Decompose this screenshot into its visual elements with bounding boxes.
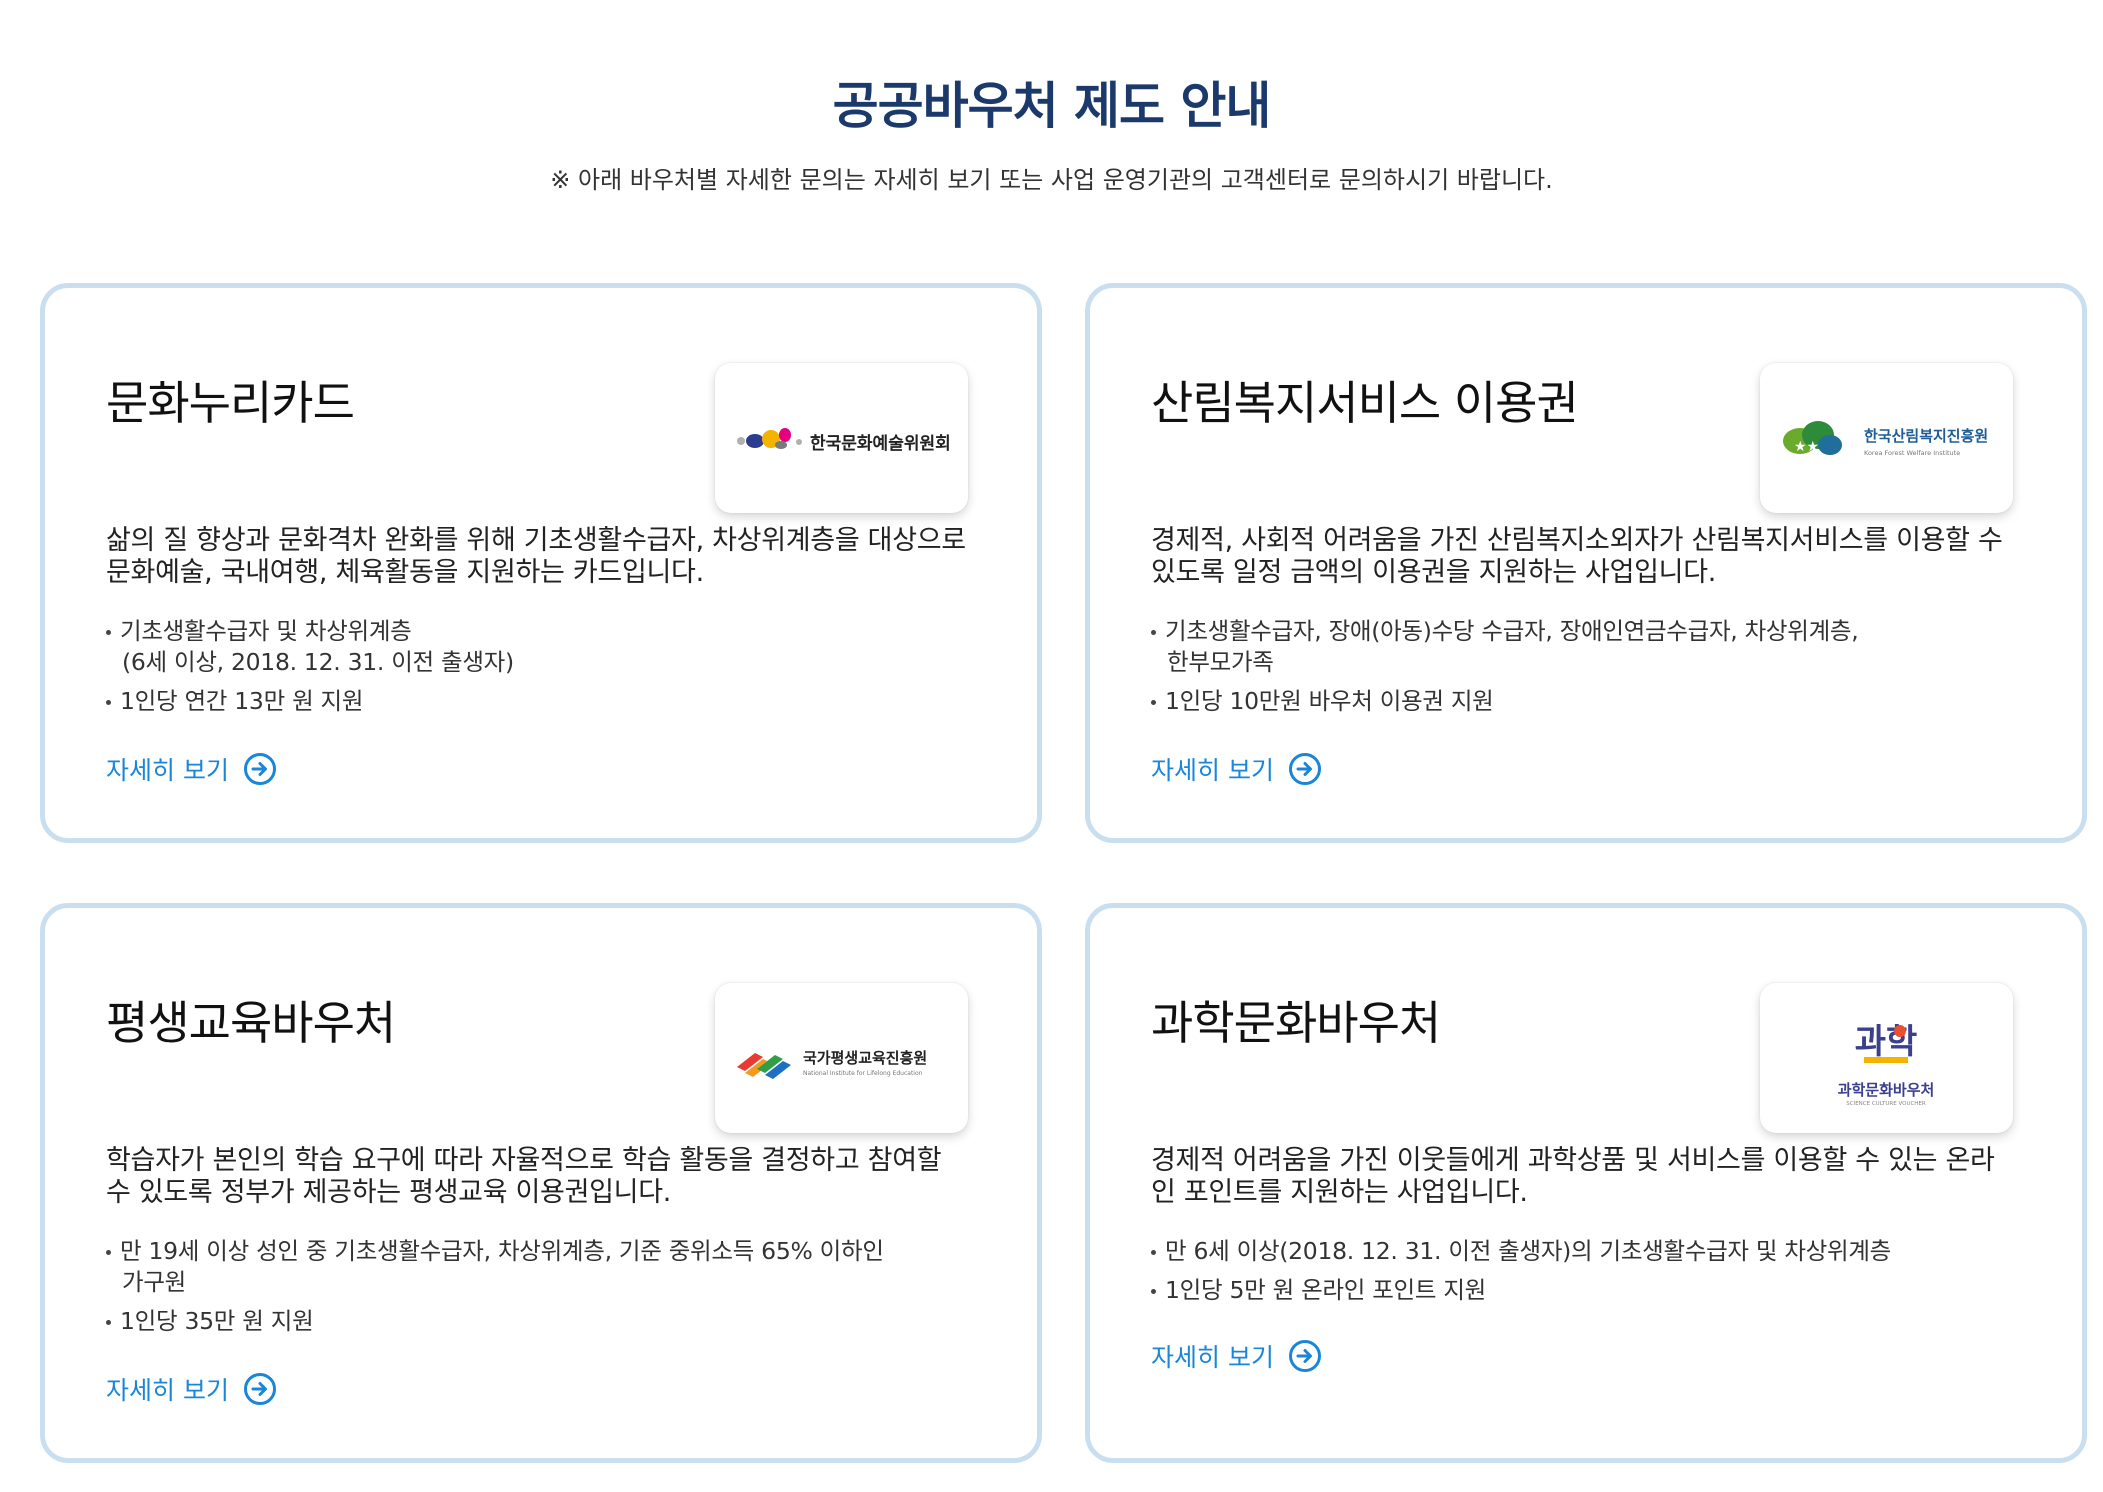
detail-link-label: 자세히 보기: [1151, 1343, 1274, 1372]
arrow-circle-right-icon: [243, 1372, 277, 1406]
page-notice: ※ 아래 바우처별 자세한 문의는 자세히 보기 또는 사업 운영기관의 고객센…: [550, 166, 1553, 194]
list-item: 만 6세 이상(2018. 12. 31. 이전 출생자)의 기초생활수급자 및…: [1151, 1236, 2031, 1267]
science-culture-voucher-logo: 과학 과학문화바우처 SCIENCE CULTURE VOUCHER: [1760, 983, 2013, 1133]
logo-text: 과학문화바우처: [1838, 1081, 1935, 1099]
detail-link[interactable]: 자세히 보기: [1151, 1338, 1322, 1374]
list-item: 1인당 10만원 바우처 이용권 지원: [1151, 686, 2031, 717]
list-item: 만 19세 이상 성인 중 기초생활수급자, 차상위계층, 기준 중위소득 65…: [106, 1236, 986, 1298]
logo-subtext: SCIENCE CULTURE VOUCHER: [1846, 1101, 1926, 1107]
arts-council-logo: 한국문화예술위원회: [715, 363, 968, 513]
card-title: 산림복지서비스 이용권: [1151, 376, 1579, 430]
voucher-card-lifelong-education: 평생교육바우처 국가평생교육진흥원 National Institute for…: [40, 903, 1042, 1463]
voucher-card-culture: 문화누리카드 한국문화예술위원회 삶의 질 향상과 문화격차 완화를 위해 기초…: [40, 283, 1042, 843]
logo-text: 국가평생교육진흥원: [803, 1049, 927, 1067]
arrow-circle-right-icon: [1288, 752, 1322, 786]
logo-text: 한국문화예술위원회: [810, 434, 951, 454]
detail-link[interactable]: 자세히 보기: [106, 751, 277, 787]
voucher-card-forest: 산림복지서비스 이용권 ★★ 한국산림복지진흥원 Korea Forest We…: [1085, 283, 2087, 843]
voucher-guide-page: 공공바우처 제도 안내 ※ 아래 바우처별 자세한 문의는 자세히 보기 또는 …: [0, 0, 2103, 1492]
list-item: 1인당 35만 원 지원: [106, 1306, 986, 1337]
list-item: 기초생활수급자, 장애(아동)수당 수급자, 장애인연금수급자, 차상위계층, …: [1151, 616, 2031, 678]
logo-mark: 과학: [1855, 1022, 1918, 1062]
page-title: 공공바우처 제도 안내: [832, 77, 1272, 135]
card-bullets: 만 6세 이상(2018. 12. 31. 이전 출생자)의 기초생활수급자 및…: [1151, 1236, 2031, 1314]
card-title: 문화누리카드: [106, 376, 355, 430]
logo-subtext: National Institute for Lifelong Educatio…: [803, 1070, 923, 1077]
logo-text: 한국산림복지진흥원: [1864, 427, 1988, 445]
detail-link-label: 자세히 보기: [106, 756, 229, 785]
forest-welfare-logo: ★★ 한국산림복지진흥원 Korea Forest Welfare Instit…: [1760, 363, 2013, 513]
detail-link[interactable]: 자세히 보기: [106, 1371, 277, 1407]
lifelong-education-logo: 국가평생교육진흥원 National Institute for Lifelon…: [715, 983, 968, 1133]
logo-subtext: Korea Forest Welfare Institute: [1864, 449, 1960, 457]
voucher-card-science-culture: 과학문화바우처 과학 과학문화바우처 SCIENCE CULTURE VOUCH…: [1085, 903, 2087, 1463]
arrow-circle-right-icon: [1288, 1339, 1322, 1373]
detail-link-label: 자세히 보기: [1151, 756, 1274, 785]
card-bullets: 기초생활수급자, 장애(아동)수당 수급자, 장애인연금수급자, 차상위계층, …: [1151, 616, 2031, 725]
card-title: 평생교육바우처: [106, 996, 396, 1050]
svg-text:★★: ★★: [1794, 439, 1819, 455]
list-item: 기초생활수급자 및 차상위계층 (6세 이상, 2018. 12. 31. 이전…: [106, 616, 986, 678]
card-description: 경제적 어려움을 가진 이웃들에게 과학상품 및 서비스를 이용할 수 있는 온…: [1151, 1145, 1995, 1208]
card-description: 학습자가 본인의 학습 요구에 따라 자율적으로 학습 활동을 결정하고 참여할…: [106, 1145, 942, 1208]
arrow-circle-right-icon: [243, 752, 277, 786]
list-item: 1인당 5만 원 온라인 포인트 지원: [1151, 1275, 2031, 1306]
card-description: 경제적, 사회적 어려움을 가진 산림복지소외자가 산림복지서비스를 이용할 수…: [1151, 525, 2003, 588]
detail-link-label: 자세히 보기: [106, 1376, 229, 1405]
detail-link[interactable]: 자세히 보기: [1151, 751, 1322, 787]
list-item: 1인당 연간 13만 원 지원: [106, 686, 986, 717]
card-bullets: 기초생활수급자 및 차상위계층 (6세 이상, 2018. 12. 31. 이전…: [106, 616, 986, 725]
card-description: 삶의 질 향상과 문화격차 완화를 위해 기초생활수급자, 차상위계층을 대상으…: [106, 525, 966, 588]
card-bullets: 만 19세 이상 성인 중 기초생활수급자, 차상위계층, 기준 중위소득 65…: [106, 1236, 986, 1345]
card-title: 과학문화바우처: [1151, 996, 1441, 1050]
